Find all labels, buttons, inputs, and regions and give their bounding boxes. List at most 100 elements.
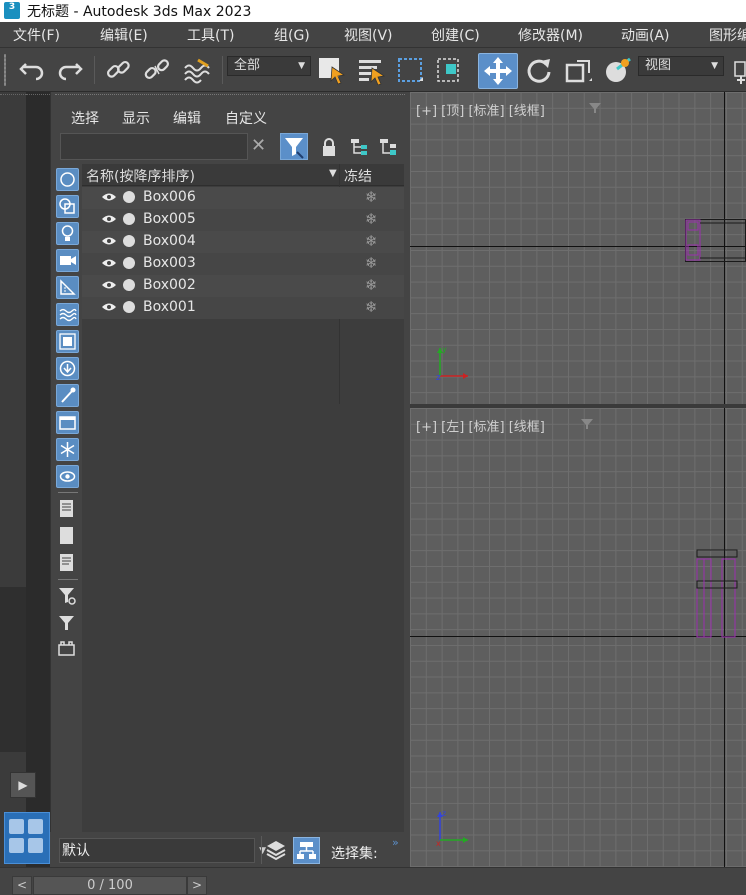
link-icon[interactable] <box>102 54 134 86</box>
shapes-filter-icon[interactable] <box>56 195 79 218</box>
freeze-icon[interactable]: ❄ <box>365 298 378 316</box>
render-dot-icon[interactable] <box>123 301 135 313</box>
rotate-icon[interactable] <box>523 54 555 86</box>
prev-frame-button[interactable]: < <box>12 876 32 895</box>
tab-customize[interactable]: 自定义 <box>225 108 267 128</box>
tab-select[interactable]: 选择 <box>71 108 99 128</box>
select-all-icon[interactable] <box>56 498 79 521</box>
visibility-eye-icon[interactable] <box>101 214 117 224</box>
sort-hierarchy-icon[interactable] <box>378 137 400 157</box>
freeze-icon[interactable]: ❄ <box>365 188 378 206</box>
ribbon-grip[interactable] <box>0 92 26 95</box>
xrefs-filter-icon[interactable] <box>56 357 79 380</box>
select-none-icon[interactable] <box>56 525 79 548</box>
invert-selection-icon[interactable] <box>56 552 79 575</box>
menu-tools[interactable]: 工具(T) <box>187 25 234 45</box>
filter-settings-icon[interactable] <box>56 585 79 608</box>
menu-graph-editors[interactable]: 图形编 <box>709 25 746 45</box>
groups-filter-icon[interactable] <box>56 330 79 353</box>
time-slider[interactable]: 0 / 100 <box>33 876 187 895</box>
toolbar-grip[interactable] <box>4 54 6 86</box>
select-object-icon[interactable] <box>315 54 347 86</box>
sort-desc-icon[interactable]: ▼ <box>329 168 337 179</box>
hidden-filter-icon[interactable] <box>56 465 79 488</box>
freeze-icon[interactable]: ❄ <box>365 276 378 294</box>
display-filter-icon[interactable] <box>56 612 79 635</box>
render-dot-icon[interactable] <box>123 191 135 203</box>
geometry-filter-icon[interactable] <box>56 168 79 191</box>
menu-views[interactable]: 视图(V) <box>344 25 393 45</box>
menu-group[interactable]: 组(G) <box>274 25 310 45</box>
window-crossing-icon[interactable] <box>433 54 465 86</box>
reference-coord-dropdown[interactable]: 视图 ▼ <box>638 56 724 76</box>
list-item-box002[interactable]: Box002 ❄ <box>82 275 404 297</box>
freeze-icon[interactable]: ❄ <box>365 232 378 250</box>
expand-arrows-icon[interactable]: » <box>392 836 399 849</box>
visibility-eye-icon[interactable] <box>101 302 117 312</box>
container-icon[interactable] <box>56 639 79 662</box>
expand-ribbon-button[interactable]: ▶ <box>10 772 36 798</box>
rect-selection-icon[interactable] <box>394 54 426 86</box>
move-button[interactable] <box>478 53 518 89</box>
menu-modifiers[interactable]: 修改器(M) <box>518 25 583 45</box>
visibility-eye-icon[interactable] <box>101 258 117 268</box>
hierarchy-icon[interactable] <box>349 137 371 157</box>
viewport-left[interactable]: [+] [左] [标准] [线框] z x <box>410 408 746 867</box>
scale-icon[interactable] <box>562 54 594 86</box>
bones-filter-icon[interactable] <box>56 384 79 407</box>
render-dot-icon[interactable] <box>123 235 135 247</box>
viewport-filter-icon[interactable] <box>580 418 594 434</box>
clear-search-icon[interactable]: ✕ <box>251 135 266 156</box>
visibility-eye-icon[interactable] <box>101 192 117 202</box>
undo-icon[interactable] <box>16 54 48 86</box>
menu-edit[interactable]: 编辑(E) <box>100 25 148 45</box>
visibility-eye-icon[interactable] <box>101 280 117 290</box>
svg-text:z: z <box>442 809 446 818</box>
list-item-box001[interactable]: Box001 ❄ <box>82 297 404 319</box>
viewport-top[interactable]: [+] [顶] [标准] [线框] z y <box>410 92 746 404</box>
hierarchy-view-button[interactable] <box>293 837 320 864</box>
containers-filter-icon[interactable] <box>56 411 79 434</box>
next-frame-button[interactable]: > <box>187 876 207 895</box>
render-dot-icon[interactable] <box>123 257 135 269</box>
filter-toggle-button[interactable] <box>280 133 308 160</box>
list-item-box006[interactable]: Box006 ❄ <box>82 187 404 209</box>
freeze-icon[interactable]: ❄ <box>365 210 378 228</box>
tab-edit[interactable]: 编辑 <box>173 108 201 128</box>
ribbon-grip[interactable] <box>26 92 50 95</box>
cameras-filter-icon[interactable] <box>56 249 79 272</box>
add-icon[interactable] <box>733 58 746 84</box>
select-by-name-icon[interactable] <box>355 54 387 86</box>
menu-file[interactable]: 文件(F) <box>13 25 60 45</box>
frozen-filter-icon[interactable] <box>56 438 79 461</box>
menu-create[interactable]: 创建(C) <box>431 25 480 45</box>
lights-filter-icon[interactable] <box>56 222 79 245</box>
redo-icon[interactable] <box>54 54 86 86</box>
explorer-grip[interactable] <box>55 94 405 97</box>
render-dot-icon[interactable] <box>123 279 135 291</box>
pivot-icon[interactable] <box>602 54 634 86</box>
unlink-icon[interactable] <box>141 54 173 86</box>
list-item-box003[interactable]: Box003 ❄ <box>82 253 404 275</box>
tab-display[interactable]: 显示 <box>122 108 150 128</box>
column-name-header[interactable]: 名称(按降序排序) <box>86 166 195 186</box>
viewport-layout-button[interactable] <box>4 812 50 864</box>
layer-dropdown[interactable]: 默认 ▼ <box>59 838 266 863</box>
menu-animation[interactable]: 动画(A) <box>621 25 670 45</box>
bind-spacewarp-icon[interactable] <box>181 54 213 86</box>
render-dot-icon[interactable] <box>123 213 135 225</box>
column-freeze-header[interactable]: 冻结 <box>344 166 372 186</box>
visibility-eye-icon[interactable] <box>101 236 117 246</box>
spacewarps-filter-icon[interactable] <box>56 303 79 326</box>
layers-icon[interactable] <box>264 838 288 862</box>
helpers-filter-icon[interactable] <box>56 276 79 299</box>
lock-icon[interactable] <box>321 137 337 157</box>
list-item-box005[interactable]: Box005 ❄ <box>82 209 404 231</box>
viewport-label[interactable]: [+] [左] [标准] [线框] <box>416 416 545 435</box>
viewport-label[interactable]: [+] [顶] [标准] [线框] <box>416 100 545 119</box>
search-input[interactable] <box>60 133 248 160</box>
viewport-filter-icon[interactable] <box>588 102 602 118</box>
list-item-box004[interactable]: Box004 ❄ <box>82 231 404 253</box>
freeze-icon[interactable]: ❄ <box>365 254 378 272</box>
selection-filter-dropdown[interactable]: 全部 ▼ <box>227 56 311 76</box>
